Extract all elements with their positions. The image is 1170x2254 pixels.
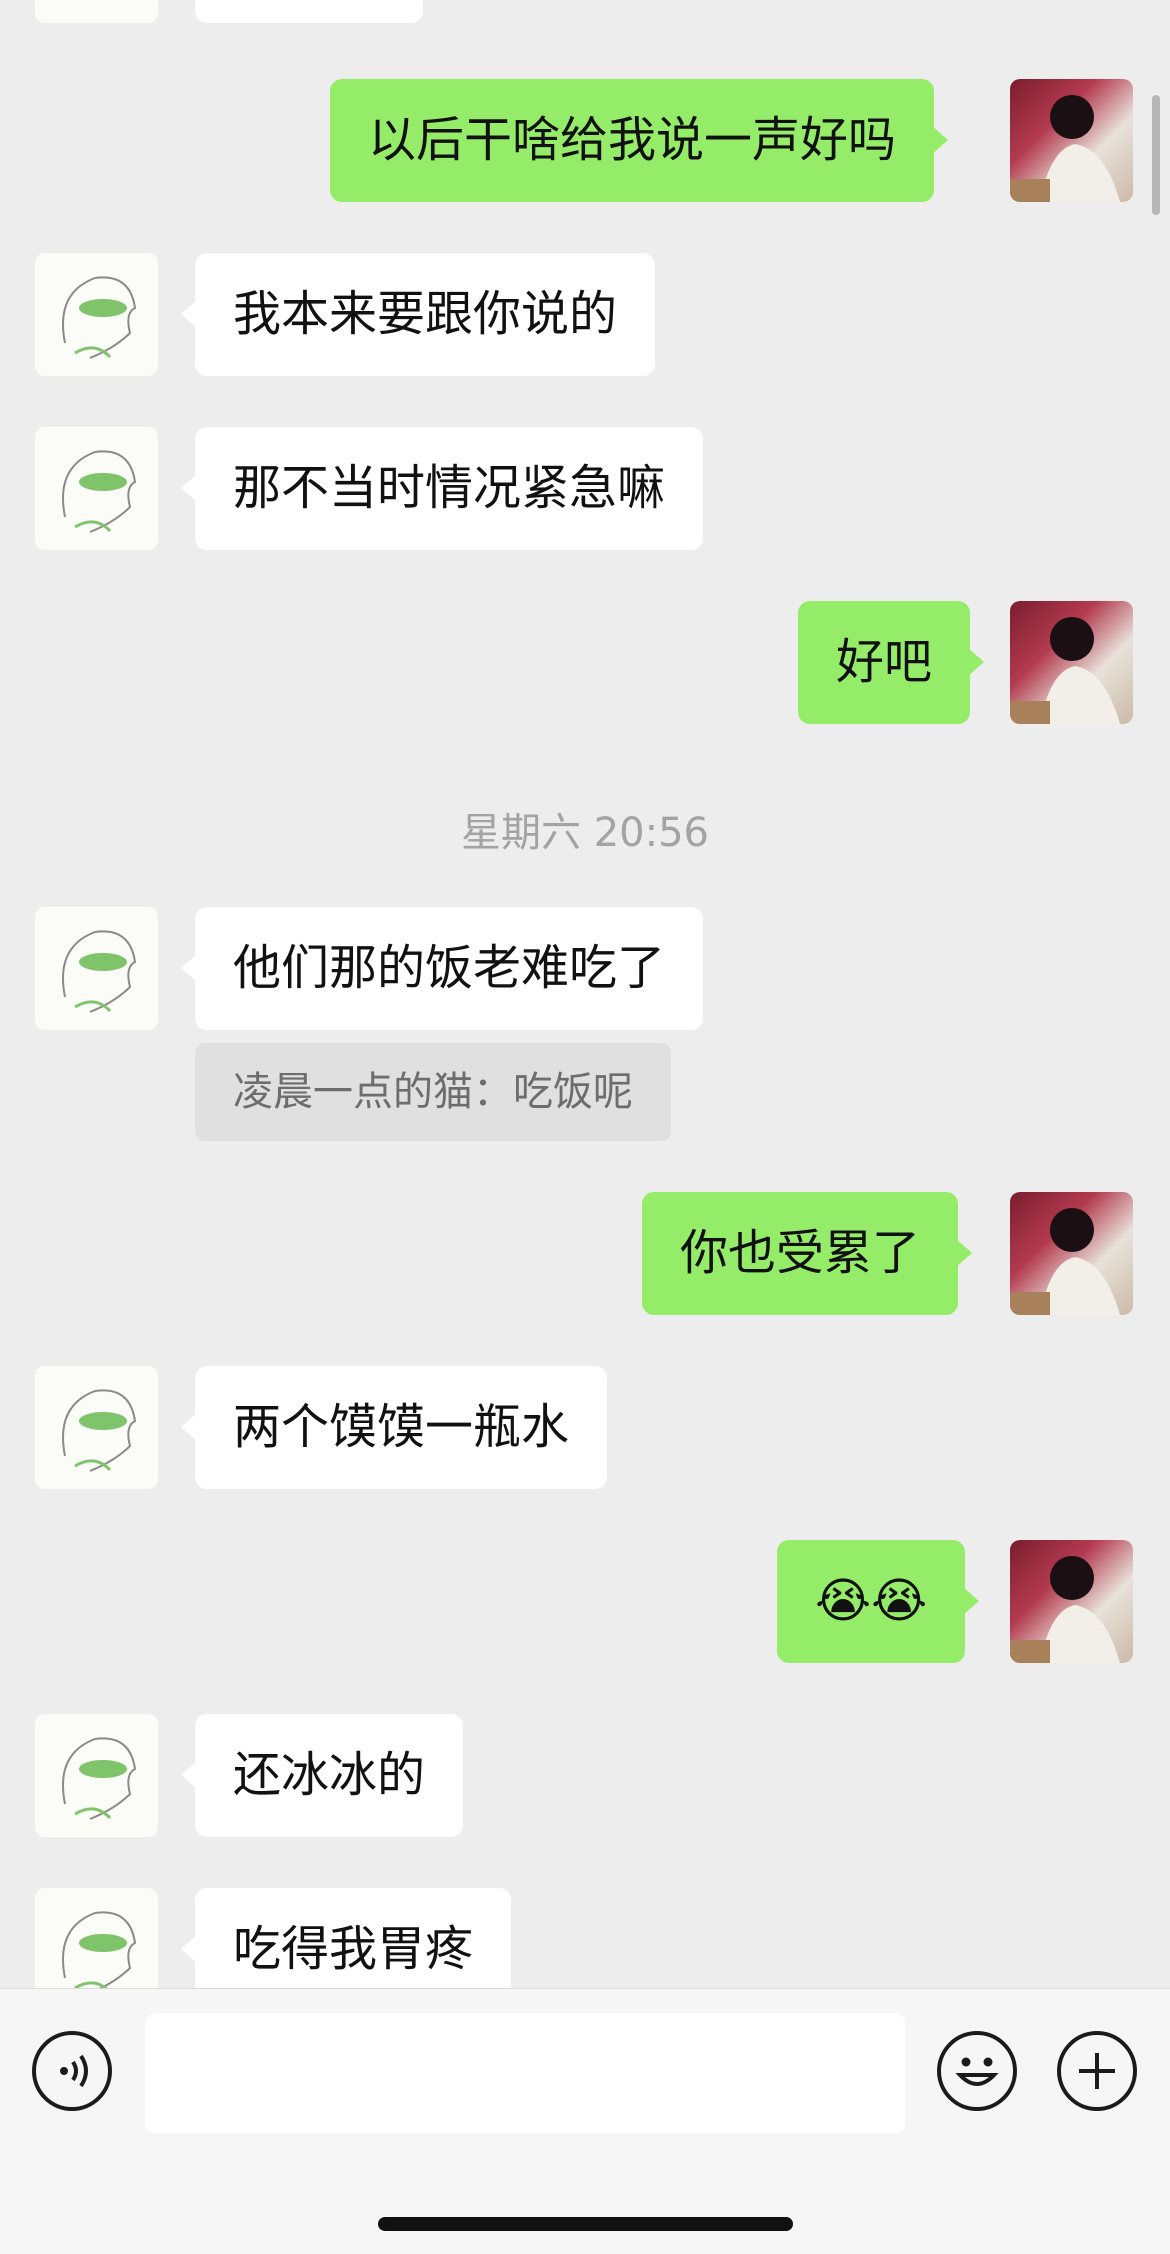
message-text: 😭😭	[815, 1573, 928, 1629]
message-input[interactable]	[145, 2013, 905, 2133]
contact-avatar[interactable]	[35, 1714, 158, 1837]
message-bubble-outgoing[interactable]: 😭😭	[777, 1540, 980, 1663]
contact-avatar[interactable]	[35, 427, 158, 550]
message-text: 他们那的饭老难吃了	[233, 940, 666, 996]
emoji-icon[interactable]	[937, 2031, 1017, 2111]
message-bubble-incoming[interactable]: 吃得我胃疼	[180, 1888, 512, 1988]
message-text: 以后干啥给我说一声好吗	[368, 112, 897, 168]
scrollbar[interactable]	[1152, 95, 1160, 215]
my-avatar[interactable]	[1010, 601, 1133, 724]
message-text: 那不当时情况紧急嘛	[233, 460, 666, 516]
message-text: 你也受累了	[680, 1225, 921, 1281]
message-bubble-incoming[interactable]: 两个馍馍一瓶水	[180, 1366, 608, 1489]
message-text: 还冰冰的	[233, 1747, 426, 1803]
quoted-message[interactable]: 凌晨一点的猫：吃饭呢	[195, 1043, 671, 1141]
message-bubble-incoming[interactable]: 还冰冰的	[180, 1714, 464, 1837]
message-bubble-incoming[interactable]	[195, 0, 423, 23]
timestamp: 星期六 20:56	[461, 810, 709, 856]
voice-icon[interactable]	[32, 2031, 112, 2111]
chat-area[interactable]: 以后干啥给我说一声好吗 我本来要跟你说的 那不当时情况紧急嘛 好吧 星期六 20…	[0, 0, 1170, 1988]
contact-avatar[interactable]	[35, 253, 158, 376]
message-bubble-incoming[interactable]: 我本来要跟你说的	[180, 253, 656, 376]
message-text: 我本来要跟你说的	[233, 286, 618, 342]
message-bubble-outgoing[interactable]: 好吧	[798, 601, 985, 724]
message-text: 吃得我胃疼	[233, 1921, 474, 1977]
my-avatar[interactable]	[1010, 79, 1133, 202]
message-bubble-outgoing[interactable]: 你也受累了	[642, 1192, 973, 1315]
contact-avatar[interactable]	[35, 907, 158, 1030]
message-bubble-incoming[interactable]: 那不当时情况紧急嘛	[180, 427, 704, 550]
contact-avatar[interactable]	[35, 1366, 158, 1489]
my-avatar[interactable]	[1010, 1192, 1133, 1315]
message-bubble-outgoing[interactable]: 以后干啥给我说一声好吗	[330, 79, 949, 202]
message-text: 两个馍馍一瓶水	[233, 1399, 570, 1455]
my-avatar[interactable]	[1010, 1540, 1133, 1663]
contact-avatar[interactable]	[35, 1888, 158, 1988]
message-text: 好吧	[836, 634, 933, 690]
contact-avatar[interactable]	[35, 0, 158, 23]
home-indicator[interactable]	[378, 2217, 793, 2231]
input-bar	[0, 1988, 1170, 2254]
quote-text: 凌晨一点的猫：吃饭呢	[233, 1069, 633, 1115]
message-bubble-incoming[interactable]: 他们那的饭老难吃了	[180, 907, 704, 1030]
plus-icon[interactable]	[1057, 2031, 1137, 2111]
